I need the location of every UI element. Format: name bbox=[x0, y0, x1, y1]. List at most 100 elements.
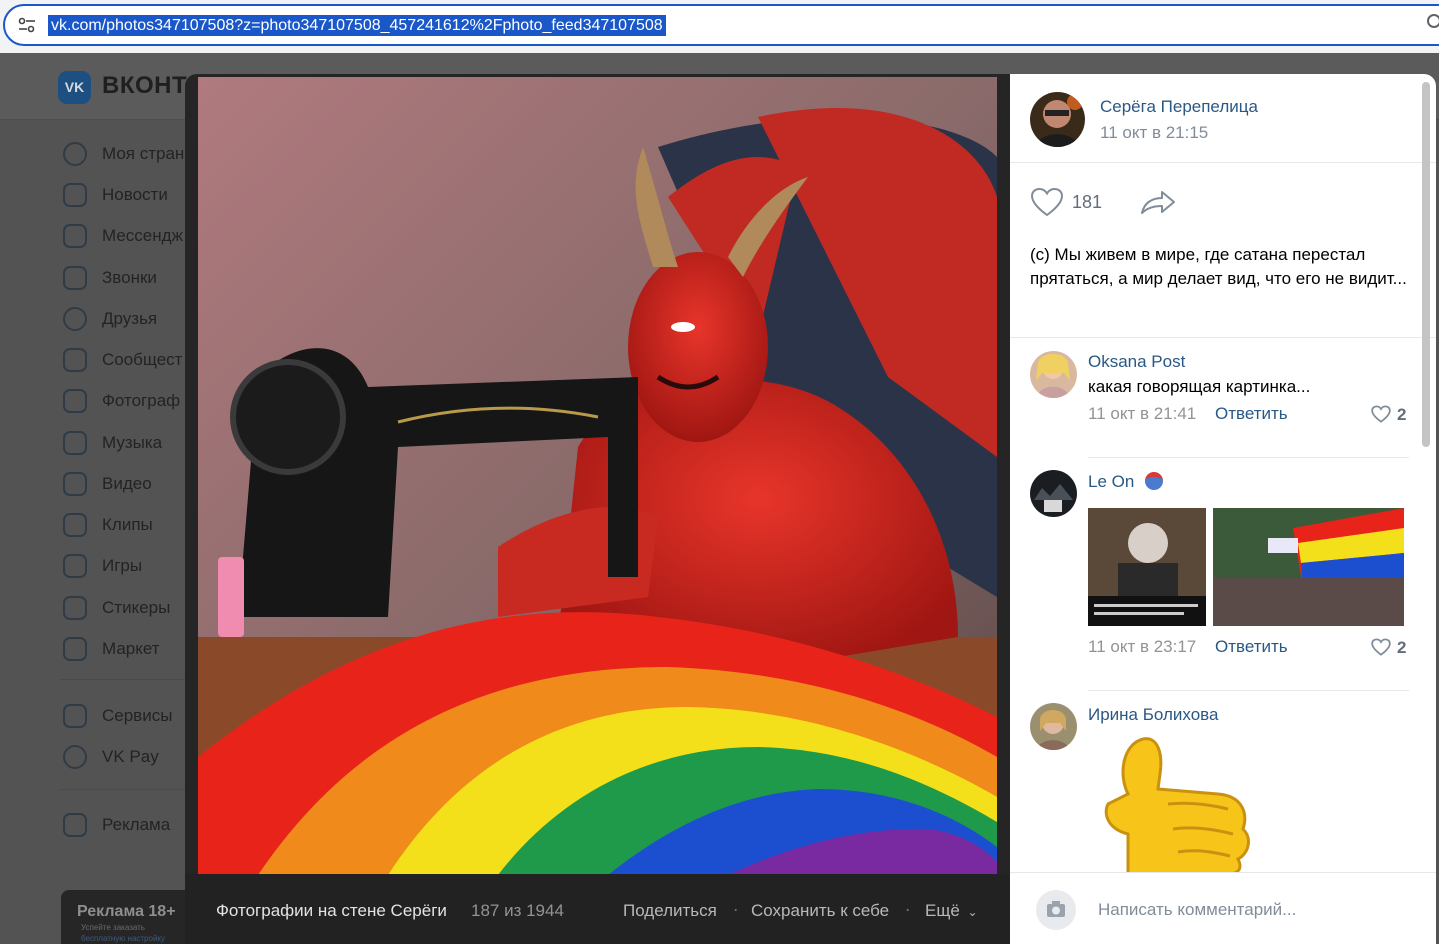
sidebar-item-music[interactable]: Музыка bbox=[60, 428, 200, 458]
sidebar-item-label: Клипы bbox=[102, 515, 153, 534]
url-text[interactable]: vk.com/photos347107508?z=photo347107508_… bbox=[48, 15, 666, 36]
sidebar-item-services[interactable]: Сервисы bbox=[60, 701, 200, 731]
sidebar-item-label: Музыка bbox=[102, 433, 163, 452]
games-icon bbox=[63, 554, 87, 578]
sidebar-item-ads[interactable]: Реклама bbox=[60, 810, 200, 840]
ad-title: Реклама 18+ bbox=[77, 903, 176, 920]
photo-counter: 187 из 1944 bbox=[471, 901, 564, 920]
sidebar-item-label: Стикеры bbox=[102, 598, 171, 617]
chevron-down-icon: ⌄ bbox=[967, 905, 978, 919]
post-date[interactable]: 11 окт в 21:15 bbox=[1100, 123, 1208, 143]
sidebar-item-stickers[interactable]: Стикеры bbox=[60, 593, 200, 623]
share-icon[interactable] bbox=[1140, 189, 1176, 215]
comments-scrollbar[interactable] bbox=[1422, 82, 1430, 447]
sidebar-item-photos[interactable]: Фотограф bbox=[60, 386, 200, 416]
sidebar-divider bbox=[60, 679, 190, 680]
communities-icon bbox=[63, 348, 87, 372]
divider bbox=[1010, 337, 1436, 338]
sidebar-item-label: Друзья bbox=[102, 309, 158, 328]
comment-attachment-photo-2[interactable] bbox=[1213, 508, 1404, 626]
photo-viewer: Фотографии на стене Серёги 187 из 1944 П… bbox=[185, 74, 1436, 944]
commenter-name-text: Le On bbox=[1088, 472, 1135, 491]
sidebar-item-clips[interactable]: Клипы bbox=[60, 510, 200, 540]
sidebar-divider bbox=[60, 789, 190, 790]
sidebar-item-label: Сообщест bbox=[102, 350, 183, 369]
thumbs-up-sticker[interactable] bbox=[1098, 734, 1258, 876]
comment-text: какая говорящая картинка... bbox=[1088, 377, 1311, 396]
services-icon bbox=[63, 704, 87, 728]
sidebar-item-profile[interactable]: Моя стран bbox=[60, 139, 200, 169]
commenter-name[interactable]: Le On bbox=[1088, 472, 1164, 492]
comment-like-button[interactable]: 2 bbox=[1371, 638, 1411, 660]
news-icon bbox=[63, 183, 87, 207]
comment-input[interactable]: Написать комментарий... bbox=[1098, 900, 1296, 920]
comment-date[interactable]: 11 окт в 23:17 bbox=[1088, 637, 1196, 657]
ad-subtitle: Успейте заказать bbox=[81, 923, 145, 932]
commenter-avatar[interactable] bbox=[1030, 351, 1077, 398]
video-icon bbox=[63, 472, 87, 496]
heart-icon[interactable] bbox=[1030, 187, 1064, 217]
photos-icon bbox=[63, 389, 87, 413]
reply-button[interactable]: Ответить bbox=[1215, 637, 1288, 657]
url-field[interactable]: vk.com/photos347107508?z=photo347107508_… bbox=[3, 4, 1439, 46]
sidebar-item-friends[interactable]: Друзья bbox=[60, 304, 200, 334]
sidebar-item-vkpay[interactable]: VK Pay bbox=[60, 742, 200, 772]
camera-icon[interactable] bbox=[1036, 890, 1076, 930]
sidebar-item-news[interactable]: Новости bbox=[60, 180, 200, 210]
separator-dot: · bbox=[905, 901, 911, 921]
sidebar-item-market[interactable]: Маркет bbox=[60, 634, 200, 664]
sidebar-item-games[interactable]: Игры bbox=[60, 551, 200, 581]
sidebar-item-phone[interactable]: Звонки bbox=[60, 263, 200, 293]
post-caption: (с) Мы живем в мире, где сатана перестал… bbox=[1030, 245, 1407, 288]
vk-logo-icon[interactable]: VK bbox=[58, 71, 91, 104]
sidebar-item-label: Мессендж bbox=[102, 226, 183, 245]
commenter-avatar[interactable] bbox=[1030, 703, 1077, 750]
browser-address-bar: vk.com/photos347107508?z=photo347107508_… bbox=[0, 0, 1439, 53]
sidebar-item-label: Сервисы bbox=[102, 706, 173, 725]
commenter-name[interactable]: Ирина Болихова bbox=[1088, 705, 1218, 725]
commenter-avatar[interactable] bbox=[1030, 470, 1077, 517]
author-avatar[interactable] bbox=[1030, 92, 1085, 147]
sidebar-item-label: VK Pay bbox=[102, 747, 159, 766]
comment-composer[interactable]: Написать комментарий... bbox=[1010, 872, 1436, 944]
commenter-name[interactable]: Oksana Post bbox=[1088, 352, 1185, 372]
comment-attachment-photo-1[interactable] bbox=[1088, 508, 1206, 626]
vkpay-icon bbox=[63, 745, 87, 769]
divider bbox=[1088, 457, 1409, 458]
author-name-link[interactable]: Серёга Перепелица bbox=[1100, 97, 1258, 117]
save-to-me-button[interactable]: Сохранить к себе bbox=[751, 901, 889, 921]
sidebar-item-label: Новости bbox=[102, 185, 168, 204]
reply-button[interactable]: Ответить bbox=[1215, 404, 1288, 424]
sidebar-item-messenger[interactable]: Мессендж bbox=[60, 221, 200, 251]
ad-link[interactable]: бесплатную настройку bbox=[81, 934, 165, 943]
share-button[interactable]: Поделиться bbox=[623, 901, 717, 921]
divider bbox=[1088, 690, 1409, 691]
separator-dot: · bbox=[733, 901, 739, 921]
messenger-icon bbox=[63, 224, 87, 248]
more-label: Ещё bbox=[925, 901, 960, 920]
sidebar-item-communities[interactable]: Сообщест bbox=[60, 345, 200, 375]
comment-like-button[interactable]: 2 bbox=[1371, 405, 1411, 427]
like-count[interactable]: 181 bbox=[1072, 192, 1102, 213]
ad-block[interactable]: Реклама 18+ Успейте заказать бесплатную … bbox=[61, 890, 201, 944]
photo-sidebar: Серёга Перепелица 11 окт в 21:15 181 (с)… bbox=[1010, 74, 1436, 944]
clips-icon bbox=[63, 513, 87, 537]
sidebar-item-video[interactable]: Видео bbox=[60, 469, 200, 499]
heart-icon bbox=[1371, 405, 1391, 423]
sidebar-item-label: Игры bbox=[102, 556, 143, 575]
sidebar-item-label: Моя стран bbox=[102, 144, 185, 163]
more-button[interactable]: Ещё ⌄ bbox=[925, 901, 978, 921]
photo-footer-bar: Фотографии на стене Серёги 187 из 1944 П… bbox=[185, 874, 1010, 944]
heart-icon bbox=[1371, 638, 1391, 656]
profile-icon bbox=[63, 142, 87, 166]
zoom-icon[interactable] bbox=[1427, 14, 1439, 28]
comment-like-count: 2 bbox=[1397, 638, 1407, 657]
music-icon bbox=[63, 431, 87, 455]
sidebar-item-label: Видео bbox=[102, 474, 152, 493]
sidebar-item-label: Фотограф bbox=[102, 391, 181, 410]
comment-date[interactable]: 11 окт в 21:41 bbox=[1088, 404, 1196, 424]
market-icon bbox=[63, 637, 87, 661]
site-settings-icon[interactable] bbox=[17, 17, 37, 33]
photo-image[interactable] bbox=[198, 77, 997, 875]
album-link[interactable]: Фотографии на стене Серёги bbox=[216, 901, 447, 921]
